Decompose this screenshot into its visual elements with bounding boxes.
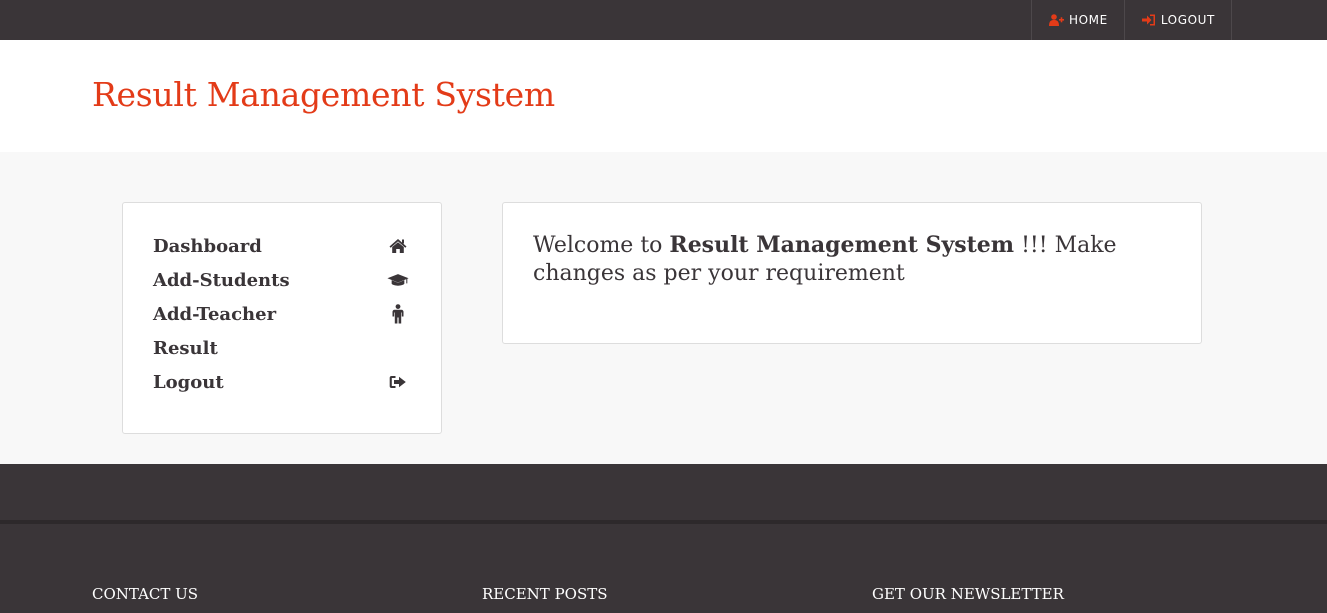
top-bar: HOME LOGOUT (0, 0, 1327, 40)
footer-heading-recent-posts: RECENT POSTS (482, 585, 608, 603)
welcome-app-name: Result Management System (669, 232, 1015, 258)
sidebar-item-dashboard[interactable]: Dashboard (153, 231, 409, 261)
sidebar-item-label: Dashboard (153, 235, 262, 257)
welcome-prefix: Welcome to (533, 233, 670, 258)
logout-link-label: LOGOUT (1160, 13, 1215, 27)
sign-in-icon (1141, 14, 1155, 26)
home-icon (387, 238, 409, 254)
sidebar-item-label: Result (153, 337, 218, 359)
user-plus-icon (1049, 14, 1064, 26)
sidebar-menu: Dashboard Add-Students Add-Teacher Resul… (122, 202, 442, 434)
footer-divider (0, 520, 1327, 524)
sidebar-item-result[interactable]: Result (153, 333, 409, 363)
sidebar-item-label: Add-Teacher (153, 303, 277, 325)
home-link[interactable]: HOME (1032, 0, 1125, 40)
welcome-message: Welcome to Result Management System !!! … (533, 231, 1133, 288)
footer-heading-contact: CONTACT US (92, 585, 199, 603)
sidebar-item-add-teacher[interactable]: Add-Teacher (153, 299, 409, 329)
male-icon (387, 304, 409, 324)
sidebar-item-add-students[interactable]: Add-Students (153, 265, 409, 295)
footer-heading-newsletter: GET OUR NEWSLETTER (872, 585, 1064, 603)
sign-out-icon (387, 375, 409, 389)
top-nav: HOME LOGOUT (1031, 0, 1232, 40)
welcome-panel: Welcome to Result Management System !!! … (502, 202, 1202, 344)
sidebar-item-label: Add-Students (153, 269, 290, 291)
home-link-label: HOME (1069, 13, 1108, 27)
sidebar-item-label: Logout (153, 371, 224, 393)
graduation-cap-icon (387, 272, 409, 288)
site-title[interactable]: Result Management System (92, 75, 555, 114)
site-header: Result Management System (0, 40, 1327, 152)
logout-link[interactable]: LOGOUT (1125, 0, 1232, 40)
sidebar-item-logout[interactable]: Logout (153, 367, 409, 397)
site-footer: CONTACT US RECENT POSTS GET OUR NEWSLETT… (0, 464, 1327, 613)
